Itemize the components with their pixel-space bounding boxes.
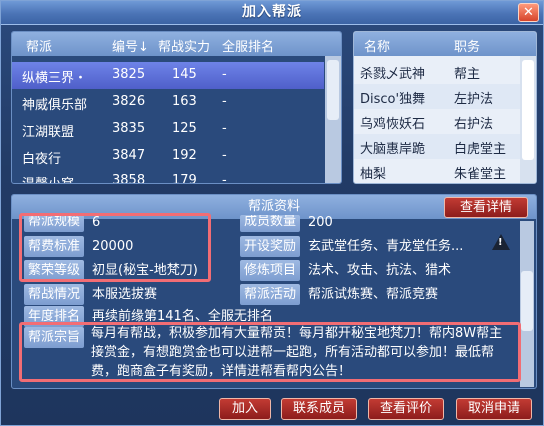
value-war-status: 本服选拔赛 [92,287,158,302]
join-button[interactable]: 加入 [219,398,271,420]
col-header-rank[interactable]: 全服排名 [222,36,274,55]
list-item[interactable]: 乌鸡恢妖石 右护法 [354,109,520,134]
value-cultivation: 法术、攻击、抗法、猎术 [308,263,452,278]
gang-name: 白夜行 [22,152,62,167]
gang-info-panel: 帮派资料 查看详情 帮派规模 6 成员数量 200 帮费标准 20000 开设奖… [11,194,537,389]
col-header-name[interactable]: 帮派 [26,36,52,55]
table-row[interactable]: 白夜行 3847 192 - [12,143,324,170]
gang-power: 179 [172,173,197,184]
gang-id: 3847 [112,148,146,163]
member-list-scrollbar[interactable] [520,56,536,183]
label-war-status: 帮战情况 [24,284,85,305]
list-item[interactable]: Disco'独舞 左护法 [354,84,520,109]
col-header-power[interactable]: 帮战实力 [158,36,210,55]
member-name: Disco'独舞 [360,92,426,107]
member-name: 大脑惠岸跪 [360,142,426,157]
list-item[interactable]: 杀戮乄武神 帮主 [354,59,520,84]
list-item[interactable]: 柚梨 朱雀堂主 [354,159,520,183]
gang-power: 163 [172,94,197,109]
value-member-count: 200 [308,215,333,230]
titlebar: 加入帮派 ✕ [1,1,543,25]
label-cultivation: 修炼项目 [240,260,301,281]
gang-id: 3826 [112,94,146,109]
cancel-application-button[interactable]: 取消申请 [456,398,532,420]
gang-rank: - [222,173,227,184]
highlight-box [19,322,521,382]
gang-name: 温馨小窝 [22,173,74,183]
member-role: 帮主 [454,67,481,82]
gang-power: 192 [172,148,197,163]
member-role: 右护法 [454,117,494,132]
member-list: 名称 职务 杀戮乄武神 帮主 Disco'独舞 左护法 乌鸡恢妖石 右护法 大脑… [353,31,537,184]
gang-id: 3858 [112,173,146,184]
member-name: 乌鸡恢妖石 [360,117,426,132]
scroll-thumb[interactable] [521,271,533,331]
table-row[interactable]: 温馨小窝 3858 179 - [12,168,324,184]
col-header-role: 职务 [454,40,481,55]
gang-list-scrollbar[interactable] [325,56,341,183]
warning-glyph: ! [498,237,503,248]
scroll-thumb[interactable] [327,60,339,120]
label-opening-reward: 开设奖励 [240,236,301,257]
gang-id: 3825 [112,67,146,82]
table-row[interactable]: 纵横三界・ 3825 145 - [12,62,324,89]
gang-id: 3835 [112,121,146,136]
gang-power: 125 [172,121,197,136]
info-title: 帮派资料 [247,199,300,214]
member-role: 朱雀堂主 [454,167,507,182]
window-title: 加入帮派 [242,4,302,20]
info-scrollbar[interactable] [520,221,534,387]
member-list-header: 名称 职务 [354,32,536,56]
view-reviews-button[interactable]: 查看评价 [368,398,444,420]
gang-name: 神威俱乐部 [22,98,88,113]
gang-list-header: 帮派 编号↓ 帮战实力 全服排名 [12,32,341,56]
scroll-thumb[interactable] [522,60,534,160]
col-header-member-name: 名称 [364,40,391,55]
gang-list: 帮派 编号↓ 帮战实力 全服排名 纵横三界・ 3825 145 - 神威俱乐部 … [11,31,342,184]
gang-rank: - [222,121,227,136]
member-name: 柚梨 [360,167,387,182]
gang-name: 纵横三界・ [22,71,88,86]
list-item[interactable]: 大脑惠岸跪 白虎堂主 [354,134,520,159]
value-gang-activity: 帮派试炼赛、帮派竞赛 [308,287,439,302]
member-name: 杀戮乄武神 [360,67,426,82]
member-role: 左护法 [454,92,494,107]
value-opening-reward: 玄武堂任务、青龙堂任务... [308,239,464,254]
gang-rank: - [222,67,227,82]
table-row[interactable]: 神威俱乐部 3826 163 - [12,89,324,116]
col-header-id[interactable]: 编号↓ [112,36,149,55]
contact-member-button[interactable]: 联系成员 [281,398,357,420]
gang-rank: - [222,94,227,109]
gang-rank: - [222,148,227,163]
warning-icon[interactable]: ! [492,234,510,250]
label-member-count: 成员数量 [240,215,301,232]
label-gang-activity: 帮派活动 [240,284,301,305]
table-row[interactable]: 江湖联盟 3835 125 - [12,116,324,143]
member-role: 白虎堂主 [454,142,507,157]
view-details-button[interactable]: 查看详情 [444,197,528,218]
gang-name: 江湖联盟 [22,125,75,140]
close-button[interactable]: ✕ [518,3,539,22]
join-gang-window: 加入帮派 ✕ 帮派 编号↓ 帮战实力 全服排名 纵横三界・ 3825 145 -… [0,0,544,426]
gang-power: 145 [172,67,197,82]
highlight-box [19,213,211,282]
